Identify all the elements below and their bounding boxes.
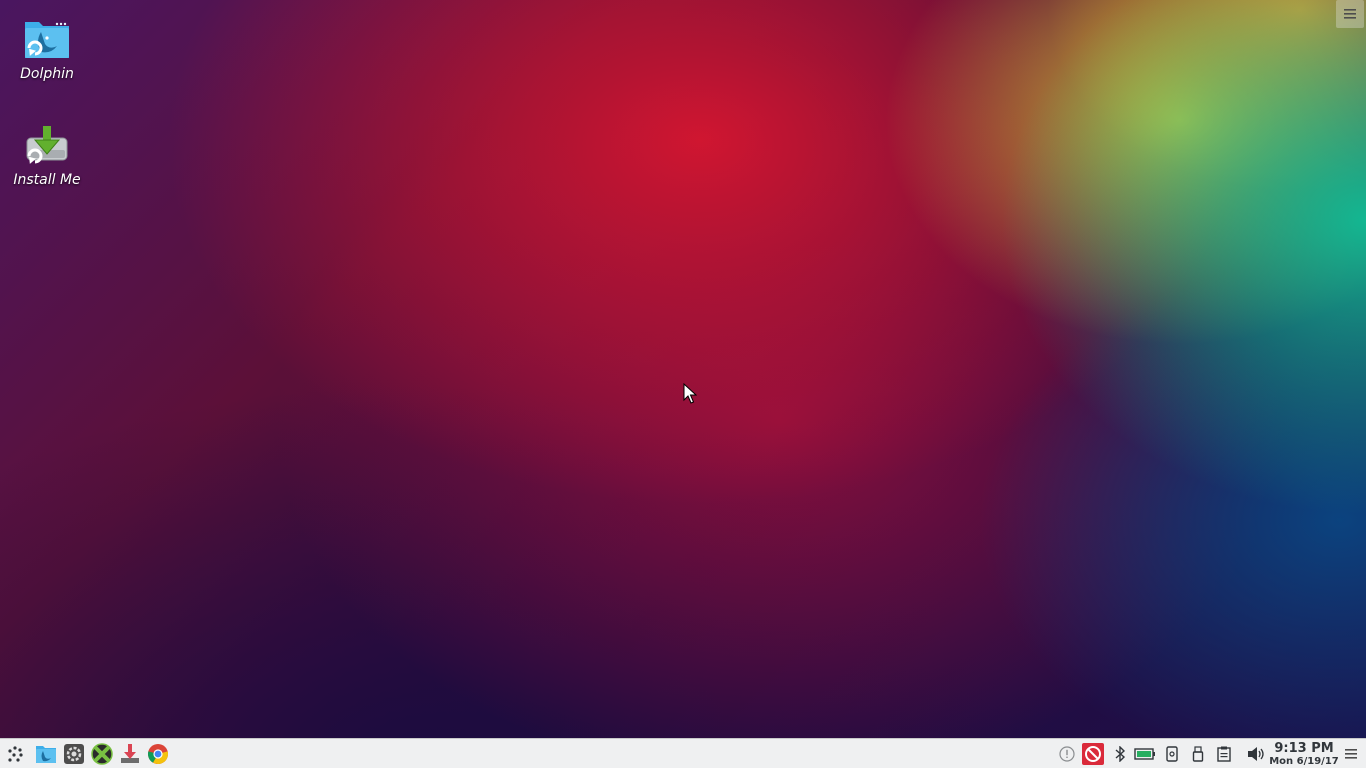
crossover-icon xyxy=(91,743,113,765)
desktop-icon-label: Dolphin xyxy=(20,66,74,82)
dolphin-file-manager-icon xyxy=(23,14,71,62)
system-settings-icon xyxy=(64,744,84,764)
download-installer-icon xyxy=(121,744,139,763)
taskbar-launcher-crossover[interactable] xyxy=(90,742,114,766)
desktop-icon-label: Install Me xyxy=(13,172,81,188)
taskbar-launcher-chrome[interactable] xyxy=(146,742,170,766)
tray-blocked-app[interactable] xyxy=(1081,742,1105,766)
application-launcher-icon xyxy=(8,746,23,762)
clipboard-icon xyxy=(1217,746,1231,762)
taskbar-launcher-dolphin[interactable] xyxy=(34,742,58,766)
tray-usb-device[interactable] xyxy=(1186,742,1210,766)
tray-kde-connect[interactable] xyxy=(1160,742,1184,766)
blocked-app-icon xyxy=(1082,743,1104,765)
taskbar-launcher-installer[interactable] xyxy=(118,742,142,766)
mouse-cursor xyxy=(683,382,698,409)
desktop-icon-install-me[interactable]: Install Me xyxy=(1,120,93,188)
bluetooth-icon xyxy=(1115,746,1126,762)
desktop-toolbox-button[interactable] xyxy=(1336,0,1364,28)
digital-clock[interactable]: 9:13 PM Mon 6/19/17 xyxy=(1268,740,1340,767)
desktop[interactable]: Dolphin Install Me xyxy=(0,0,1366,738)
panel-options-button[interactable] xyxy=(1339,742,1363,766)
desktop-icon-dolphin[interactable]: Dolphin xyxy=(1,14,93,82)
tray-battery[interactable] xyxy=(1133,742,1157,766)
google-chrome-icon xyxy=(147,744,169,765)
install-me-icon xyxy=(23,120,71,168)
clock-time: 9:13 PM xyxy=(1274,741,1334,756)
taskbar-launcher-system-settings[interactable] xyxy=(62,742,86,766)
application-launcher-button[interactable] xyxy=(3,742,27,766)
tray-bluetooth[interactable] xyxy=(1108,742,1132,766)
battery-icon xyxy=(1134,748,1155,760)
volume-icon xyxy=(1248,747,1264,761)
tray-volume[interactable] xyxy=(1244,742,1268,766)
hamburger-menu-icon xyxy=(1345,749,1357,759)
arrow-cursor-icon xyxy=(683,382,698,404)
taskbar: 9:13 PM Mon 6/19/17 xyxy=(0,738,1366,768)
hamburger-menu-icon xyxy=(1344,9,1356,19)
usb-device-icon xyxy=(1192,746,1204,762)
clock-date: Mon 6/19/17 xyxy=(1269,756,1339,767)
tray-notifications[interactable] xyxy=(1055,742,1079,766)
dolphin-file-manager-icon xyxy=(36,746,56,763)
tray-clipboard[interactable] xyxy=(1212,742,1236,766)
notifications-icon xyxy=(1059,746,1075,762)
kde-connect-icon xyxy=(1166,746,1178,762)
